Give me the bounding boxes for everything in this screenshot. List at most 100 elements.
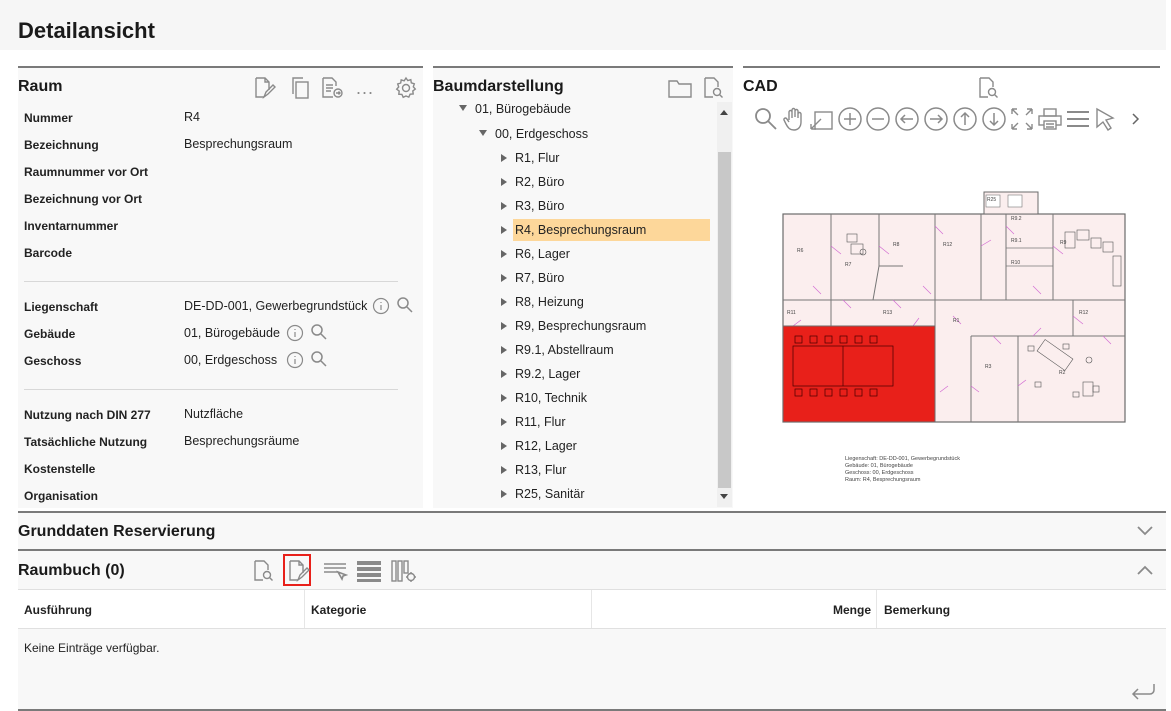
more-icon[interactable]: ... <box>356 78 374 99</box>
fit-extents-icon[interactable] <box>1009 106 1035 132</box>
edit-button-highlighted[interactable] <box>283 554 311 586</box>
svg-text:R3: R3 <box>985 364 992 370</box>
document-search-icon[interactable] <box>702 76 726 100</box>
column-header-bemerkung[interactable]: Bemerkung <box>884 603 950 617</box>
tree-item-label: 00, Erdgeschoss <box>495 127 589 141</box>
tree-item[interactable]: R12, Lager <box>501 435 577 457</box>
prop-value-tatsaechliche-nutzung: Besprechungsräume <box>184 434 300 448</box>
tree-item[interactable]: R6, Lager <box>501 243 570 265</box>
prop-label-barcode: Barcode <box>24 246 73 260</box>
return-icon[interactable] <box>1130 681 1156 701</box>
column-divider <box>591 590 592 628</box>
zoom-in-icon[interactable] <box>837 106 863 132</box>
prop-label-bezeichnung: Bezeichnung <box>24 138 99 152</box>
floor-plan-drawing: R6 R7 R8 R12 R9 R9.1 R9.2 R25 R10 R13 R1… <box>782 191 1126 483</box>
tree-item-label: 01, Bürogebäude <box>475 102 571 116</box>
svg-text:R9.1: R9.1 <box>1011 238 1022 244</box>
pan-down-icon[interactable] <box>981 106 1007 132</box>
tree-item[interactable]: R25, Sanitär <box>501 483 584 505</box>
pan-right-icon[interactable] <box>923 106 949 132</box>
copy-icon[interactable] <box>288 76 312 100</box>
prop-label-liegenschaft: Liegenschaft <box>24 300 99 314</box>
scroll-up-icon[interactable] <box>720 110 728 115</box>
tree-item-label: R12, Lager <box>515 439 577 453</box>
divider <box>24 281 398 282</box>
zoom-icon[interactable] <box>753 106 779 132</box>
svg-text:Raum: R4, Besprechungsraum: Raum: R4, Besprechungsraum <box>845 477 921 483</box>
highlighted-room-r4[interactable] <box>782 325 936 423</box>
edit-icon <box>286 559 310 583</box>
list-view-icon[interactable] <box>356 559 382 583</box>
column-header-menge[interactable]: Menge <box>833 603 871 617</box>
svg-text:R2: R2 <box>1059 370 1066 376</box>
info-icon[interactable] <box>286 324 304 342</box>
tree-item[interactable]: R1, Flur <box>501 147 559 169</box>
svg-text:Gebäude: 01, Bürogebäude: Gebäude: 01, Bürogebäude <box>845 463 913 469</box>
tree-item-label: R8, Heizung <box>515 295 584 309</box>
svg-text:R9.2: R9.2 <box>1011 216 1022 222</box>
chevron-down-icon[interactable] <box>1136 523 1154 537</box>
tree-item[interactable]: R2, Büro <box>501 171 564 193</box>
filter-icon[interactable] <box>322 559 348 583</box>
document-export-icon[interactable] <box>320 76 344 100</box>
column-settings-icon[interactable] <box>390 559 416 583</box>
tree-scrollbar[interactable] <box>717 102 732 507</box>
tree-item-selected[interactable]: R4, Besprechungsraum <box>501 219 710 241</box>
tree-item[interactable]: R11, Flur <box>501 411 565 433</box>
column-header-ausfuehrung[interactable]: Ausführung <box>24 603 92 617</box>
chevron-up-icon[interactable] <box>1136 563 1154 577</box>
cad-panel: CAD R6 R7 R8 R12 R9 R9.1 R9.2 R25 R10 R1… <box>743 66 1160 508</box>
chevron-right-icon[interactable] <box>1123 106 1149 132</box>
tree-item-label: R10, Technik <box>515 391 588 405</box>
print-icon[interactable] <box>1037 106 1063 132</box>
info-icon[interactable] <box>286 351 304 369</box>
raum-panel-header: Raum ... <box>18 66 423 102</box>
tree-item[interactable]: R13, Flur <box>501 459 566 481</box>
prop-value-gebaeude: 01, Bürogebäude <box>184 326 280 340</box>
raum-panel-title: Raum <box>18 78 63 95</box>
baum-panel: Baumdarstellung 01, Bürogebäude 00, Erdg… <box>433 66 733 508</box>
edit-icon[interactable] <box>252 76 276 100</box>
tree-item-label: R9, Besprechungsraum <box>515 319 647 333</box>
svg-text:R12: R12 <box>943 242 952 248</box>
cad-floor-plan[interactable]: R6 R7 R8 R12 R9 R9.1 R9.2 R25 R10 R13 R1… <box>773 186 1133 496</box>
pan-hand-icon[interactable] <box>781 106 807 132</box>
tree-item-label: R13, Flur <box>515 463 567 477</box>
pan-left-icon[interactable] <box>894 106 920 132</box>
baum-panel-title: Baumdarstellung <box>433 78 564 95</box>
tree-view: 01, Bürogebäude 00, Erdgeschoss R1, Flur… <box>433 102 717 507</box>
scroll-down-icon[interactable] <box>720 494 728 499</box>
info-icon[interactable] <box>372 297 390 315</box>
tree-item[interactable]: 00, Erdgeschoss <box>479 123 588 145</box>
search-icon[interactable] <box>310 350 328 368</box>
tree-item[interactable]: R7, Büro <box>501 267 564 289</box>
tree-item-label: R6, Lager <box>515 247 570 261</box>
prop-label-organisation: Organisation <box>24 489 99 503</box>
column-header-kategorie[interactable]: Kategorie <box>311 603 366 617</box>
gear-icon[interactable] <box>394 76 418 100</box>
prop-value-geschoss: 00, Erdgeschoss <box>184 353 278 367</box>
search-icon[interactable] <box>396 296 414 314</box>
tree-item[interactable]: R3, Büro <box>501 195 564 217</box>
tree-item[interactable]: R9.2, Lager <box>501 363 580 385</box>
select-pointer-icon[interactable] <box>1093 106 1119 132</box>
scrollbar-thumb[interactable] <box>718 152 731 488</box>
tree-item[interactable]: R10, Technik <box>501 387 587 409</box>
tree-item[interactable]: R9, Besprechungsraum <box>501 315 646 337</box>
document-search-icon[interactable] <box>977 76 1001 100</box>
tree-item[interactable]: R8, Heizung <box>501 291 584 313</box>
title-bar <box>0 0 1166 50</box>
search-icon[interactable] <box>310 323 328 341</box>
menu-icon[interactable] <box>1065 106 1091 132</box>
zoom-window-icon[interactable] <box>809 106 835 132</box>
pan-up-icon[interactable] <box>952 106 978 132</box>
folder-icon[interactable] <box>667 76 693 100</box>
column-divider <box>304 590 305 628</box>
tree-item-label: R1, Flur <box>515 151 560 165</box>
document-search-icon[interactable] <box>252 559 276 583</box>
zoom-out-icon[interactable] <box>865 106 891 132</box>
reservierung-section[interactable]: Grunddaten Reservierung <box>18 511 1166 549</box>
tree-item-label: R25, Sanitär <box>515 487 585 501</box>
tree-item[interactable]: R9.1, Abstellraum <box>501 339 614 361</box>
tree-item[interactable]: 01, Bürogebäude <box>459 102 571 120</box>
